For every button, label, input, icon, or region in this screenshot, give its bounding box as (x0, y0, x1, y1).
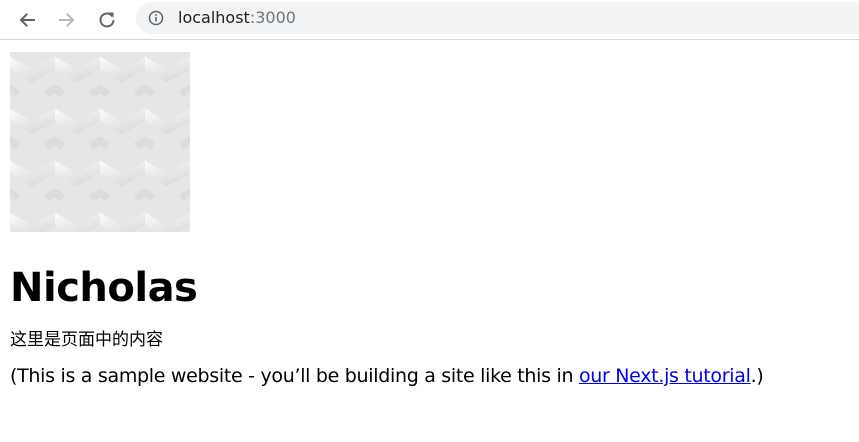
forward-button[interactable] (53, 6, 81, 34)
page-content: Nicholas 这里是页面中的内容 (This is a sample web… (10, 52, 855, 388)
url-host: localhost (178, 8, 250, 27)
intro-paragraph: 这里是页面中的内容 (10, 330, 163, 350)
address-bar[interactable]: localhost:3000 (136, 2, 859, 34)
tutorial-link[interactable]: our Next.js tutorial (579, 365, 751, 387)
reload-icon (99, 12, 115, 28)
browser-toolbar: localhost:3000 (0, 0, 859, 40)
url-text[interactable]: localhost:3000 (178, 9, 296, 27)
sample-notice: (This is a sample website - you’ll be bu… (10, 364, 855, 388)
page-title: Nicholas (10, 265, 198, 311)
info-circle-icon[interactable] (148, 10, 164, 26)
arrow-right-icon (59, 13, 75, 27)
woven-pattern-image (10, 52, 190, 232)
reload-button[interactable] (93, 6, 121, 34)
url-port: :3000 (249, 8, 296, 27)
sample-notice-prefix: (This is a sample website - you’ll be bu… (10, 365, 579, 387)
arrow-left-icon (19, 13, 35, 27)
sample-notice-suffix: .) (750, 365, 764, 387)
back-button[interactable] (13, 6, 41, 34)
